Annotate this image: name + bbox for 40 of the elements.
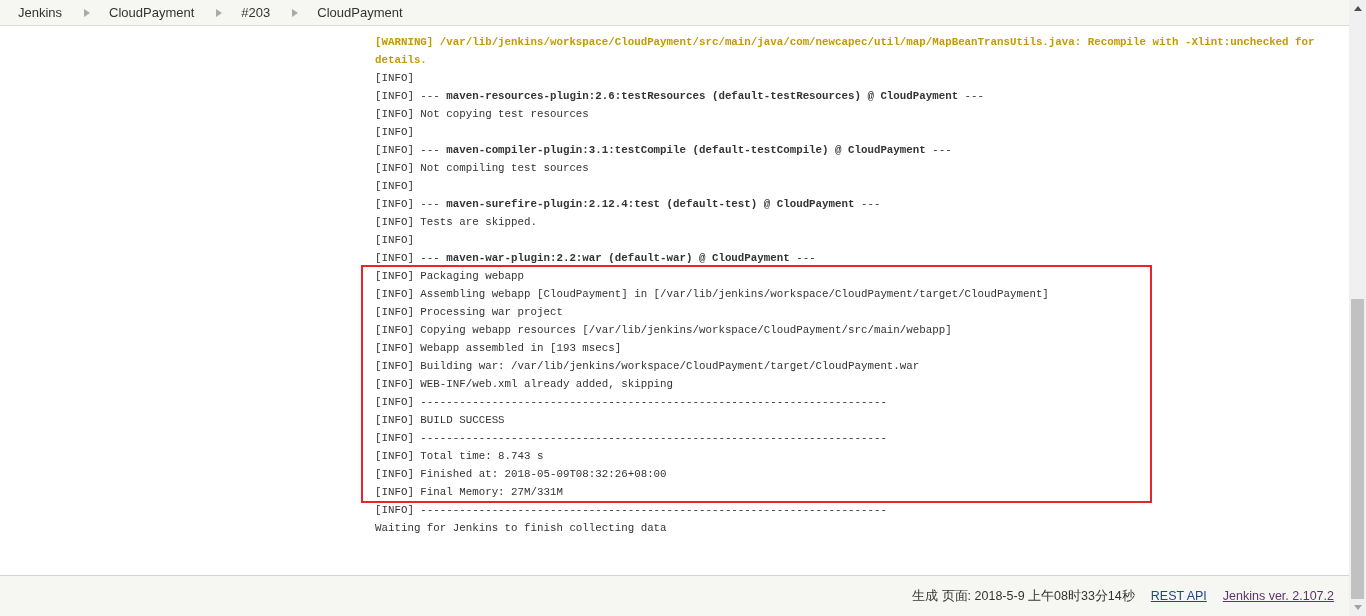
scroll-up-icon[interactable] bbox=[1353, 6, 1362, 11]
log-line: [INFO] Webapp assembled in [193 msecs] bbox=[361, 339, 1152, 357]
log-line: [INFO] BUILD SUCCESS bbox=[361, 411, 1152, 429]
breadcrumb-link[interactable]: Jenkins bbox=[18, 5, 63, 20]
breadcrumb-link[interactable]: #203 bbox=[241, 5, 271, 20]
log-line: [INFO] Not compiling test sources bbox=[375, 161, 590, 176]
log-line: [INFO] bbox=[375, 179, 415, 194]
scroll-down-icon[interactable] bbox=[1353, 605, 1362, 610]
log-line: [INFO] --- maven-compiler-plugin:3.1:testCompile (default-testCompile) @ CloudPayment --- bbox=[375, 143, 953, 158]
log-line: [INFO] --- maven-resources-plugin:2.6:testResources (default-testResources) @ CloudPayment --- bbox=[375, 89, 986, 104]
chevron-icon bbox=[292, 8, 299, 17]
log-line: [INFO] bbox=[375, 233, 415, 248]
log-line: [INFO] bbox=[375, 71, 415, 86]
log-line: [INFO] Final Memory: 27M/331M bbox=[361, 483, 1152, 503]
log-line: Waiting for Jenkins to finish collecting data bbox=[375, 521, 668, 536]
log-line: [INFO] WEB-INF/web.xml already added, skipping bbox=[361, 375, 1152, 393]
page-generated-text: 生成 页面: 2018-5-9 上午08时33分14秒 bbox=[912, 587, 1135, 605]
log-line: [INFO] Finished at: 2018-05-09T08:32:26+08:00 bbox=[361, 465, 1152, 483]
log-line: [INFO] ------------------------------------------------------------------------ bbox=[361, 429, 1152, 447]
footer-link[interactable]: REST API bbox=[1150, 589, 1207, 603]
log-line: [INFO] --- maven-surefire-plugin:2.12.4:test (default-test) @ CloudPayment --- bbox=[375, 197, 882, 212]
log-line: [INFO] ------------------------------------------------------------------------ bbox=[361, 393, 1152, 411]
log-line: [INFO] Packaging webapp bbox=[361, 265, 1152, 285]
log-line: [INFO] bbox=[375, 125, 415, 140]
log-line: [INFO] ------------------------------------------------------------------------ bbox=[375, 503, 888, 518]
breadcrumb-link[interactable]: CloudPayment bbox=[109, 5, 195, 20]
chevron-icon bbox=[216, 8, 223, 17]
log-line: [INFO] Processing war project bbox=[361, 303, 1152, 321]
log-line: [INFO] Assembling webapp [CloudPayment] in [/var/lib/jenkins/workspace/CloudPayment/target/CloudPayment] bbox=[361, 285, 1152, 303]
log-line: [INFO] Total time: 8.743 s bbox=[361, 447, 1152, 465]
scrollbar-thumb[interactable] bbox=[1351, 299, 1364, 599]
log-line: [INFO] Not copying test resources bbox=[375, 107, 590, 122]
footer-link[interactable]: Jenkins ver. 2.107.2 bbox=[1222, 589, 1334, 603]
breadcrumb-link[interactable]: CloudPayment bbox=[317, 5, 403, 20]
log-line: [INFO] Copying webapp resources [/var/lib/jenkins/workspace/CloudPayment/src/main/webapp] bbox=[361, 321, 1152, 339]
warning-log-line: [WARNING] /var/lib/jenkins/workspace/CloudPayment/src/main/java/com/newcapec/util/map/MapBeanTransUtils.java: Recompile with -Xlint:unchecked for details. bbox=[375, 35, 1316, 68]
log-line: [INFO] --- maven-war-plugin:2.2:war (default-war) @ CloudPayment --- bbox=[375, 251, 817, 266]
log-line: [INFO] Building war: /var/lib/jenkins/workspace/CloudPayment/target/CloudPayment.war bbox=[361, 357, 1152, 375]
chevron-icon bbox=[84, 8, 91, 17]
log-line: [INFO] Tests are skipped. bbox=[375, 215, 538, 230]
